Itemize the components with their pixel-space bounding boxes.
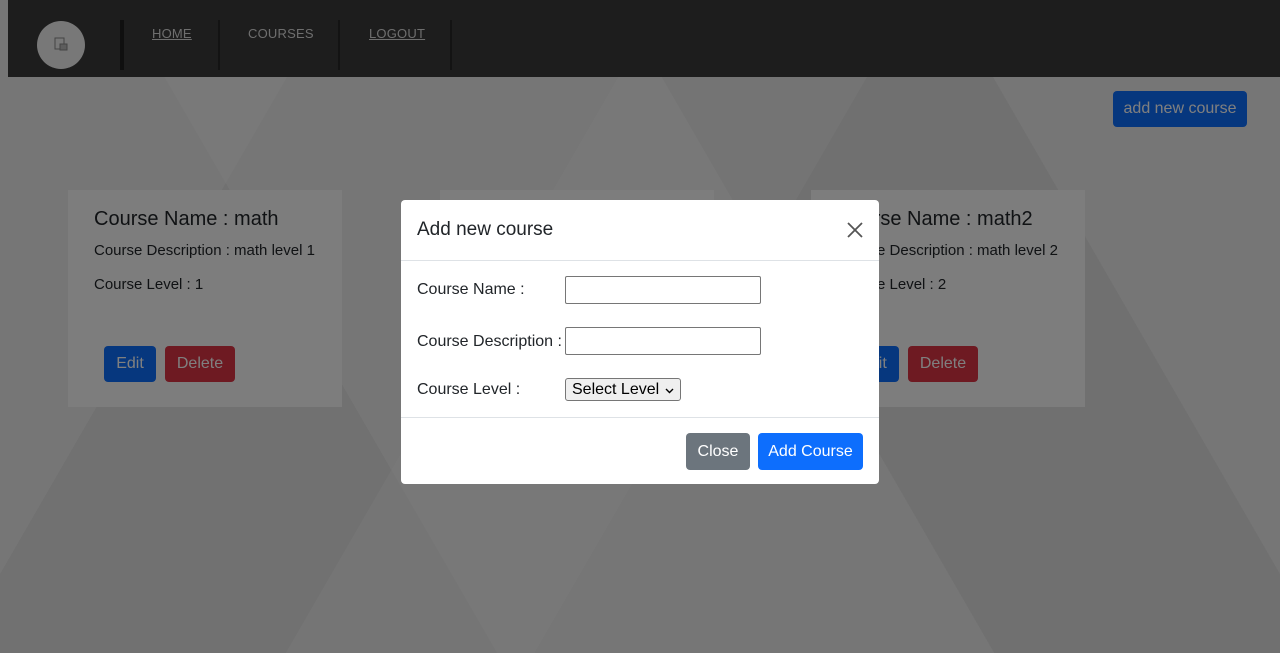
chevron-down-icon bbox=[665, 381, 674, 399]
course-description-label: Course Description : bbox=[417, 333, 562, 350]
course-description-input[interactable] bbox=[565, 327, 761, 355]
course-level-label: Course Level : bbox=[417, 381, 521, 398]
modal-title: Add new course bbox=[417, 219, 554, 240]
close-icon[interactable] bbox=[845, 220, 865, 240]
course-level-select[interactable]: Select Level bbox=[565, 378, 682, 401]
modal-header: Add new course bbox=[401, 200, 879, 261]
modal-footer: Close Add Course bbox=[401, 417, 879, 484]
add-course-modal: Add new course Course Name : Course Desc… bbox=[401, 200, 879, 484]
course-level-selected: Select Level bbox=[572, 380, 660, 398]
course-name-input[interactable] bbox=[565, 276, 761, 304]
close-button[interactable]: Close bbox=[686, 433, 750, 470]
course-name-label: Course Name : bbox=[417, 281, 525, 298]
add-course-button[interactable]: Add Course bbox=[758, 433, 863, 470]
